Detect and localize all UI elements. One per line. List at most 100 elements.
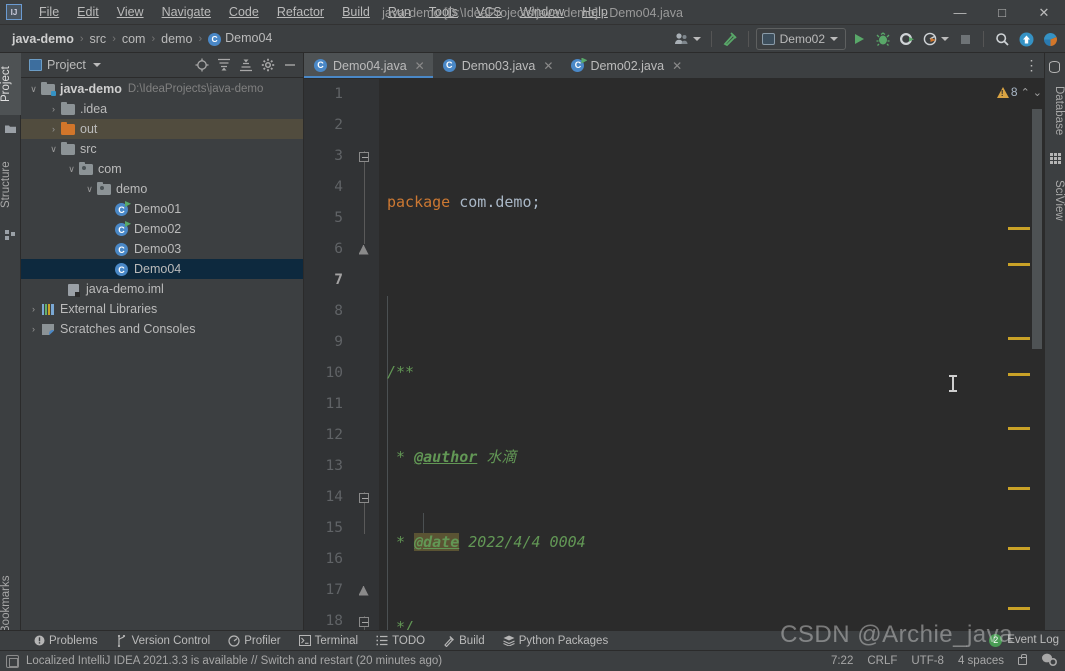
bottom-tab-problems[interactable]: Problems [24, 631, 107, 651]
chevron-right-icon[interactable]: › [27, 304, 40, 314]
chevron-down-icon[interactable]: ∨ [65, 164, 78, 175]
editor-gutter[interactable]: 1 2 3 4 5 6 7 8 9 10 11 12 13 14 15 16 1… [304, 79, 379, 630]
close-icon[interactable]: ✕ [672, 59, 682, 73]
breadcrumb-item-com[interactable]: com [118, 31, 150, 47]
search-everywhere-icon[interactable] [991, 28, 1013, 50]
inspection-mark[interactable] [1008, 373, 1030, 376]
chevron-right-icon[interactable]: › [47, 124, 60, 134]
inspection-mark[interactable] [1008, 263, 1030, 266]
tree-item-external-libraries[interactable]: › External Libraries [21, 299, 303, 319]
menu-item-build[interactable]: Build [333, 2, 379, 22]
line-separator[interactable]: CRLF [867, 655, 897, 667]
inspection-mark[interactable] [1008, 227, 1030, 230]
tree-item-out[interactable]: › out [21, 119, 303, 139]
editor-tab-demo02[interactable]: C Demo02.java ✕ [561, 53, 691, 78]
chevron-down-icon[interactable]: ∨ [47, 144, 60, 155]
build-hammer-icon[interactable] [719, 28, 741, 50]
inspection-mark[interactable] [1008, 547, 1030, 550]
editor-tab-demo04[interactable]: C Demo04.java ✕ [304, 53, 433, 78]
ide-trainer-icon[interactable] [1039, 28, 1061, 50]
inspection-mark[interactable] [1008, 337, 1030, 340]
close-icon[interactable]: ✕ [415, 59, 425, 73]
run-configuration-selector[interactable]: Demo02 [755, 28, 846, 50]
locate-icon[interactable] [193, 56, 211, 74]
fold-marker-line-17[interactable] [357, 606, 370, 630]
bottom-tab-terminal[interactable]: Terminal [290, 631, 367, 651]
read-only-lock-icon[interactable] [1018, 653, 1027, 665]
update-project-icon[interactable] [1015, 28, 1037, 50]
scrollbar-thumb[interactable] [1032, 109, 1042, 349]
code-editor[interactable]: 1 2 3 4 5 6 7 8 9 10 11 12 13 14 15 16 1… [304, 79, 1044, 630]
tree-item-com[interactable]: ∨ com [21, 159, 303, 179]
bottom-tab-todo[interactable]: TODO [367, 631, 434, 651]
inspection-mark[interactable] [1008, 487, 1030, 490]
inspection-mark[interactable] [1008, 427, 1030, 430]
inspection-strip[interactable]: 8 ⌃ ⌄ [996, 79, 1044, 630]
next-problem-icon[interactable]: ⌄ [1033, 86, 1042, 99]
inspection-summary[interactable]: 8 ⌃ ⌄ [996, 79, 1044, 105]
debug-button[interactable] [872, 28, 894, 50]
menu-item-help[interactable]: Help [573, 2, 617, 22]
chevron-down-icon[interactable] [92, 63, 101, 67]
stop-button[interactable] [954, 28, 976, 50]
sidebar-tab-project[interactable]: Project [0, 53, 21, 115]
menu-item-edit[interactable]: Edit [68, 2, 108, 22]
hide-panel-icon[interactable] [281, 56, 299, 74]
chevron-right-icon[interactable]: › [47, 104, 60, 114]
tree-item-idea[interactable]: › .idea [21, 99, 303, 119]
settings-gear-icon[interactable] [259, 56, 277, 74]
breadcrumb-item-class[interactable]: C Demo04 [204, 30, 276, 47]
bottom-tab-python-packages[interactable]: Python Packages [494, 631, 618, 651]
menu-item-run[interactable]: Run [379, 2, 420, 22]
breadcrumb-item-src[interactable]: src [86, 31, 111, 47]
run-button[interactable] [848, 28, 870, 50]
tree-item-demo[interactable]: ∨ demo [21, 179, 303, 199]
close-icon[interactable]: ✕ [543, 59, 553, 73]
code-content[interactable]: package com.demo; /** * @author 水滴 * @da… [379, 79, 1006, 630]
breadcrumb-item-demo[interactable]: demo [157, 31, 196, 47]
sidebar-tab-structure[interactable]: Structure [0, 149, 21, 221]
collapse-all-icon[interactable] [237, 56, 255, 74]
editor-tabs-more-icon[interactable]: ⋮ [1020, 53, 1044, 78]
caret-position[interactable]: 7:22 [831, 655, 853, 667]
tree-item-demo03[interactable]: C Demo03 [21, 239, 303, 259]
tree-item-demo02[interactable]: C Demo02 [21, 219, 303, 239]
chevron-right-icon[interactable]: › [27, 324, 40, 334]
expand-all-icon[interactable] [215, 56, 233, 74]
tree-item-src[interactable]: ∨ src [21, 139, 303, 159]
indent-setting[interactable]: 4 spaces [958, 655, 1004, 667]
tree-item-java-demo[interactable]: ∨ java-demo D:\IdeaProjects\java-demo [21, 79, 303, 99]
event-log-group[interactable]: 2 Event Log [989, 630, 1059, 650]
status-message[interactable]: Localized IntelliJ IDEA 2021.3.3 is avai… [26, 655, 442, 667]
inspections-gear-icon[interactable] [1041, 652, 1058, 669]
editor-scrollbar[interactable] [1008, 105, 1044, 630]
fold-marker-line-13[interactable] [357, 482, 370, 513]
profiler-button[interactable] [920, 28, 952, 50]
menu-item-code[interactable]: Code [220, 2, 268, 22]
bottom-tab-build[interactable]: Build [434, 631, 494, 651]
sidebar-tab-sciview[interactable]: SciView [1044, 169, 1065, 231]
menu-item-view[interactable]: View [108, 2, 153, 22]
sidebar-tab-database[interactable]: Database [1044, 77, 1065, 145]
user-profile-icon[interactable] [671, 28, 704, 50]
tree-item-demo01[interactable]: C Demo01 [21, 199, 303, 219]
chevron-down-icon[interactable]: ∨ [27, 84, 40, 95]
previous-problem-icon[interactable]: ⌃ [1021, 86, 1030, 99]
tree-item-scratches-and-consoles[interactable]: › Scratches and Consoles [21, 319, 303, 339]
menu-item-refactor[interactable]: Refactor [268, 2, 333, 22]
fold-marker-line-3[interactable] [357, 141, 370, 172]
editor-tab-demo03[interactable]: C Demo03.java ✕ [432, 53, 562, 78]
minimize-button[interactable]: — [939, 0, 981, 25]
notification-icon[interactable] [6, 654, 19, 668]
inspection-mark[interactable] [1008, 607, 1030, 610]
file-encoding[interactable]: UTF-8 [911, 655, 944, 667]
close-button[interactable]: ✕ [1023, 0, 1065, 25]
tree-item-demo04[interactable]: C Demo04 [21, 259, 303, 279]
menu-item-vcs[interactable]: VCS [467, 2, 511, 22]
warning-count-group[interactable]: 8 [996, 85, 1018, 99]
run-with-coverage-button[interactable] [896, 28, 918, 50]
tree-item-java-demo-iml[interactable]: java-demo.iml [21, 279, 303, 299]
fold-marker-line-6[interactable] [357, 234, 370, 265]
maximize-button[interactable]: □ [981, 0, 1023, 25]
menu-item-file[interactable]: File [30, 2, 68, 22]
